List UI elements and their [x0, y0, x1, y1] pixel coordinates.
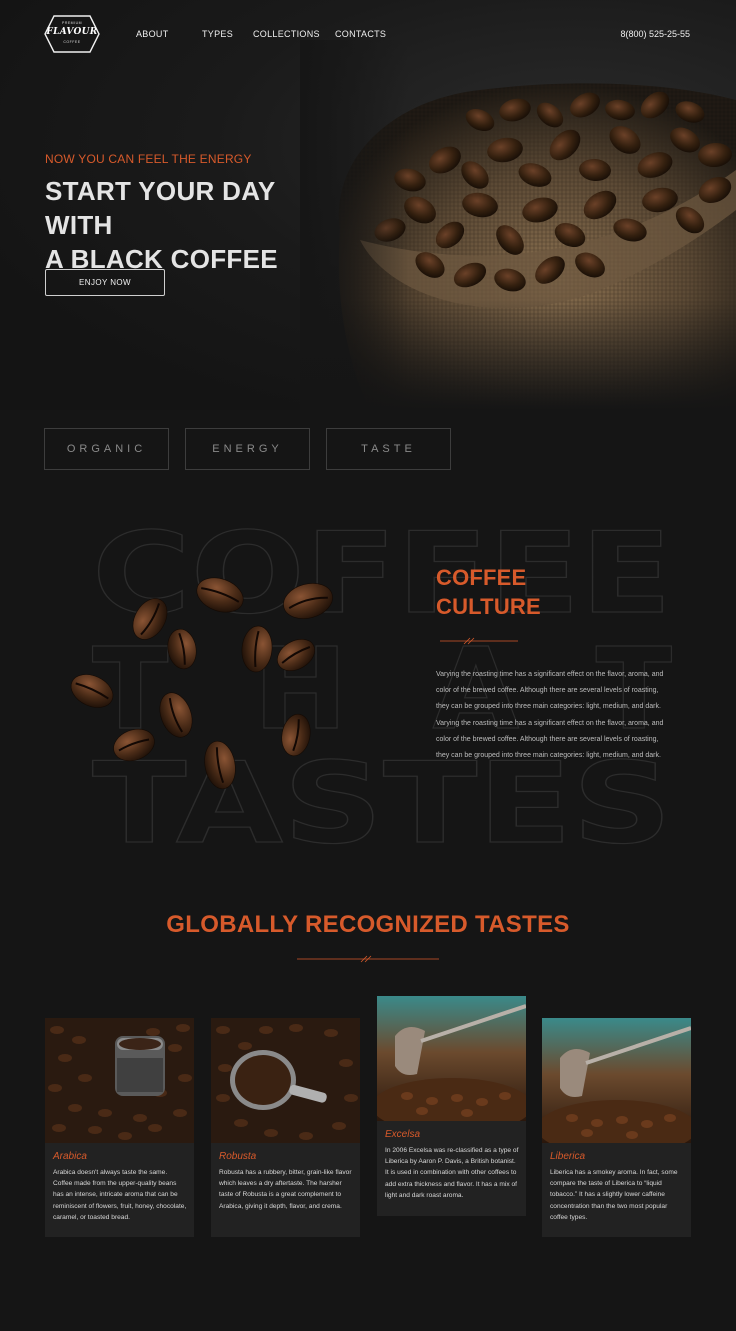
tastes-divider	[297, 955, 439, 963]
card-title-excelsa: Excelsa	[385, 1129, 421, 1140]
culture-title-line1: COFFEE	[436, 565, 527, 590]
coffee-card-arabica[interactable]: Arabica Arabica doesn't always taste the…	[45, 1018, 194, 1237]
culture-divider	[440, 637, 518, 645]
feature-organic: ORGANIC	[44, 428, 169, 470]
hero-section: PREMIUM FLAVOUR COFFEE ABOUT TYPES COLLE…	[0, 0, 736, 410]
culture-title-line2: CULTURE	[436, 594, 541, 619]
feature-energy: ENERGY	[185, 428, 310, 470]
culture-text: Varying the roasting time has a signific…	[436, 667, 664, 764]
robusta-image	[211, 1018, 360, 1143]
hero-title: START YOUR DAY WITH A BLACK COFFEE	[45, 174, 345, 276]
arabica-image	[45, 1018, 194, 1143]
logo-name: FLAVOUR	[46, 27, 98, 37]
card-title-robusta: Robusta	[219, 1151, 257, 1162]
main-nav: PREMIUM FLAVOUR COFFEE ABOUT TYPES COLLE…	[0, 0, 736, 70]
nav-collections[interactable]: COLLECTIONS	[253, 29, 320, 39]
feature-taste: TASTE	[326, 428, 451, 470]
nav-about[interactable]: ABOUT	[136, 29, 169, 39]
culture-title: COFFEE CULTURE	[436, 563, 636, 621]
card-desc-excelsa: In 2006 Excelsa was re-classified as a t…	[385, 1147, 519, 1199]
liberica-image	[542, 1018, 691, 1143]
excelsa-image	[377, 996, 526, 1121]
nav-types[interactable]: TYPES	[202, 29, 233, 39]
card-desc-liberica: Liberica has a smokey aroma. In fact, so…	[550, 1169, 678, 1221]
enjoy-now-button[interactable]: ENJOY NOW	[45, 269, 165, 296]
flavour-logo[interactable]: PREMIUM FLAVOUR COFFEE	[44, 14, 100, 54]
landing-page: PREMIUM FLAVOUR COFFEE ABOUT TYPES COLLE…	[0, 0, 736, 1331]
coffee-card-liberica[interactable]: Liberica Liberica has a smokey aroma. In…	[542, 1018, 691, 1237]
nav-contacts[interactable]: CONTACTS	[335, 29, 386, 39]
coffee-sack-image	[300, 40, 736, 410]
card-desc-robusta: Robusta has a rubbery, bitter, grain-lik…	[219, 1169, 352, 1210]
culture-paragraph-2: Varying the roasting time has a signific…	[436, 719, 664, 760]
card-desc-arabica: Arabica doesn't always taste the same. C…	[53, 1169, 187, 1221]
phone-number[interactable]: 8(800) 525-25-55	[620, 29, 690, 39]
card-title-liberica: Liberica	[550, 1151, 586, 1162]
logo-top-text: PREMIUM	[61, 21, 83, 25]
hero-title-line1: START YOUR DAY WITH	[45, 176, 276, 240]
logo-bottom-text: COFFEE	[63, 40, 81, 44]
coffee-card-robusta[interactable]: Robusta Robusta has a rubbery, bitter, g…	[211, 1018, 360, 1237]
culture-paragraph-1: Varying the roasting time has a signific…	[436, 671, 664, 711]
coffee-card-excelsa[interactable]: Excelsa In 2006 Excelsa was re-classifie…	[377, 996, 526, 1216]
floating-beans-image	[70, 577, 333, 790]
card-title-arabica: Arabica	[53, 1151, 87, 1162]
tastes-title: GLOBALLY RECOGNIZED TASTES	[166, 911, 570, 938]
hero-kicker: NOW YOU CAN FEEL THE ENERGY	[45, 152, 252, 166]
